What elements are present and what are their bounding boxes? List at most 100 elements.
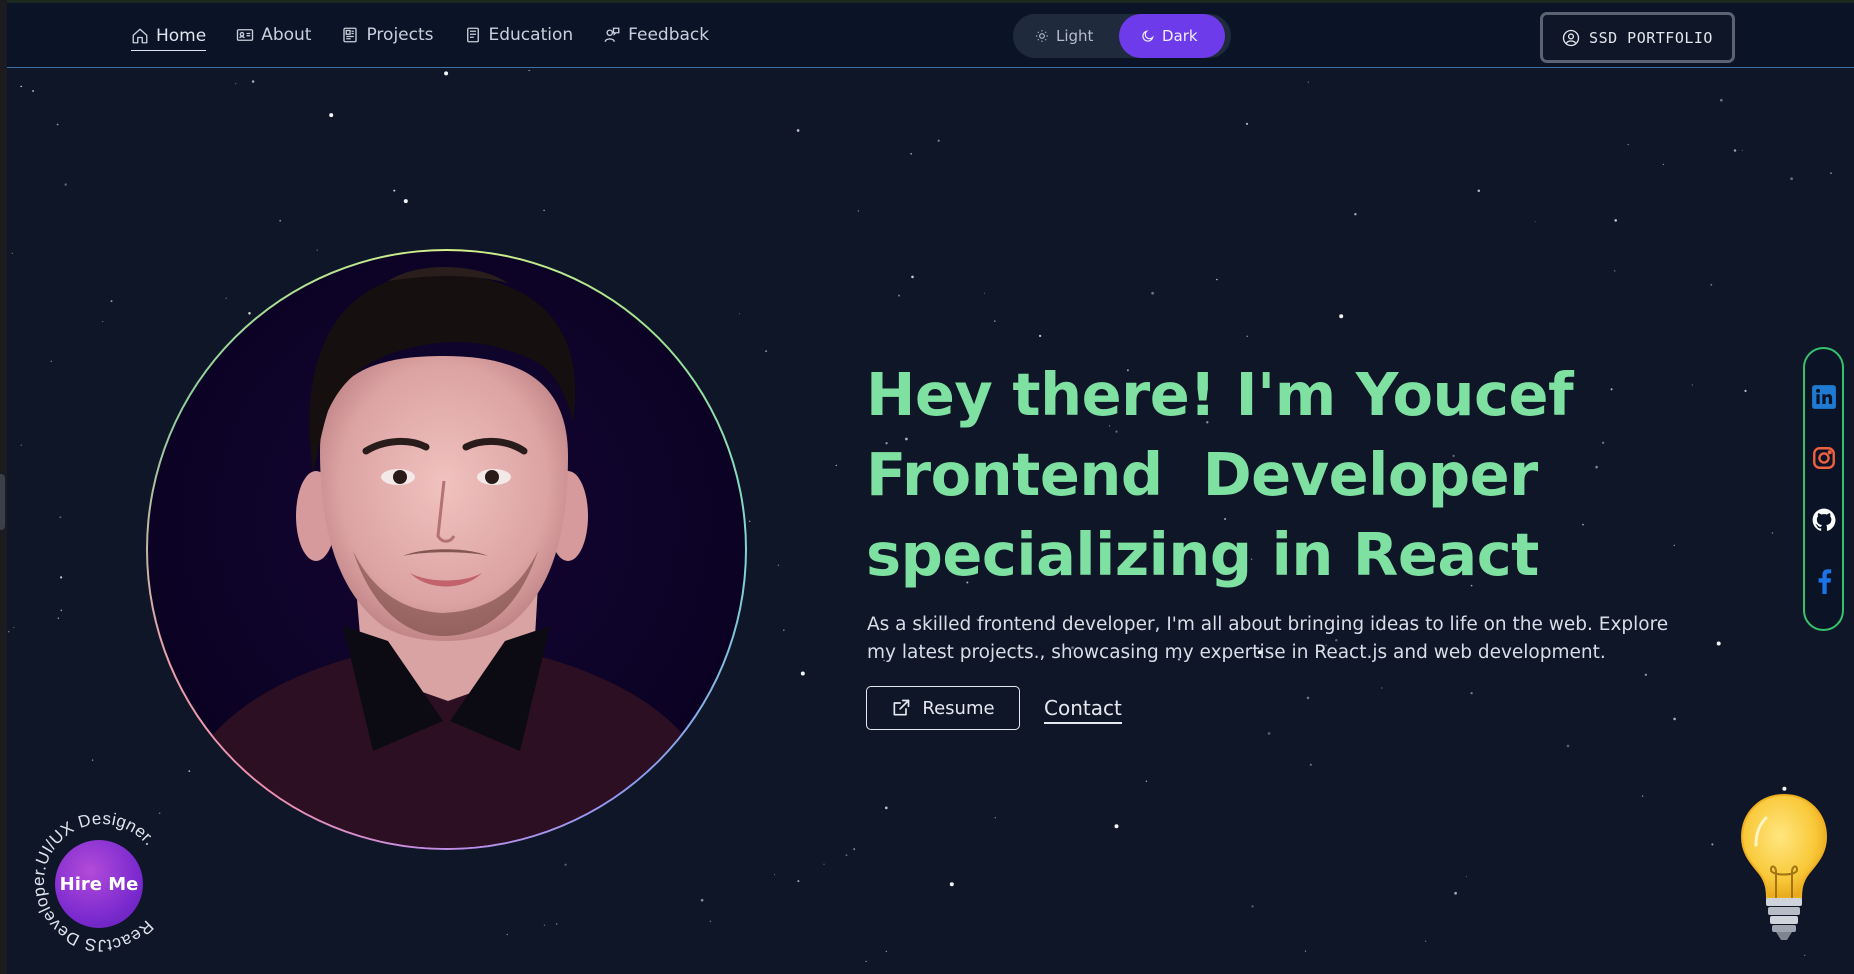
- hire-me-button[interactable]: Hire Me: [55, 840, 143, 928]
- star: [800, 671, 805, 676]
- star: [329, 113, 334, 118]
- star: [64, 183, 67, 186]
- nav-item-education[interactable]: Education: [464, 19, 574, 51]
- star: [1644, 673, 1648, 676]
- star: [1566, 744, 1570, 748]
- star: [1245, 122, 1249, 126]
- nav-label: Projects: [366, 25, 434, 45]
- star: [1741, 149, 1743, 151]
- star: [709, 920, 712, 923]
- star: [1691, 384, 1694, 386]
- contact-link[interactable]: Contact: [1044, 696, 1122, 724]
- star: [983, 292, 986, 294]
- star: [765, 350, 768, 353]
- star: [1470, 692, 1473, 695]
- star: [1744, 389, 1747, 392]
- star: [251, 80, 255, 83]
- star: [1454, 891, 1457, 895]
- nav-item-projects[interactable]: Projects: [341, 19, 434, 51]
- star: [937, 139, 940, 142]
- star: [102, 321, 104, 323]
- social-links-bar: [1803, 347, 1844, 631]
- top-navbar: Home About Projects Education Feedback L…: [7, 3, 1854, 68]
- star: [1673, 717, 1676, 721]
- portrait-illustration: [148, 266, 745, 848]
- star: [403, 199, 408, 204]
- star: [1304, 950, 1307, 952]
- star: [823, 863, 825, 865]
- nav-label: Feedback: [628, 25, 710, 45]
- star: [777, 564, 780, 567]
- theme-dark-label: Dark: [1162, 27, 1198, 45]
- star: [1627, 143, 1629, 146]
- hero-headline-line-1: Hey there! I'm Youcef: [866, 360, 1574, 429]
- hero-headline-line-3: specializing in React: [866, 520, 1539, 589]
- star: [59, 516, 62, 519]
- nav-item-home[interactable]: Home: [131, 20, 207, 51]
- github-icon: [1812, 508, 1835, 531]
- star: [1477, 189, 1481, 193]
- profile-photo-ring: [146, 249, 747, 850]
- hero-headline-line-2: Frontend Developer: [866, 440, 1538, 509]
- star: [279, 219, 282, 222]
- star: [845, 854, 848, 857]
- hero-description: As a skilled frontend developer, I'm all…: [867, 614, 1669, 663]
- star: [1771, 532, 1774, 534]
- star: [528, 70, 531, 72]
- star: [543, 924, 545, 926]
- star: [1038, 334, 1042, 338]
- star: [910, 152, 913, 155]
- star: [700, 898, 704, 902]
- nav-label: Home: [156, 25, 207, 46]
- theme-light-button[interactable]: Light: [1013, 14, 1119, 58]
- star: [13, 627, 15, 629]
- star: [20, 444, 23, 446]
- social-link-github[interactable]: [1811, 507, 1837, 533]
- star: [782, 629, 785, 632]
- star: [1614, 219, 1617, 222]
- nav-label: Education: [488, 25, 574, 45]
- sun-icon: [1036, 30, 1048, 42]
- star: [1716, 641, 1721, 646]
- nav-item-feedback[interactable]: Feedback: [603, 19, 709, 51]
- social-link-instagram[interactable]: [1811, 445, 1837, 471]
- star: [32, 89, 35, 93]
- lightbulb-theme-toggle-icon[interactable]: [1734, 790, 1834, 960]
- star: [56, 123, 59, 126]
- star: [1309, 763, 1312, 766]
- portfolio-badge-button[interactable]: SSD PORTFOLIO: [1540, 12, 1735, 63]
- star: [835, 464, 838, 467]
- star: [1251, 905, 1254, 908]
- resume-button[interactable]: Resume: [866, 686, 1020, 730]
- facebook-icon: [1818, 569, 1831, 594]
- star: [1339, 314, 1344, 319]
- projects-icon: [343, 27, 358, 43]
- social-link-linkedin[interactable]: [1811, 384, 1837, 410]
- star: [50, 360, 52, 362]
- social-link-facebook[interactable]: [1811, 568, 1837, 594]
- side-drawer-handle[interactable]: [0, 474, 5, 530]
- star: [393, 189, 396, 192]
- star: [1673, 544, 1675, 546]
- nav-item-about[interactable]: About: [236, 19, 311, 51]
- nav-links: Home About Projects Education Feedback: [131, 3, 709, 67]
- star: [1145, 780, 1148, 782]
- theme-dark-button[interactable]: Dark: [1119, 14, 1225, 58]
- star: [60, 609, 63, 612]
- theme-toggle: Light Dark: [1013, 14, 1231, 58]
- instagram-icon: [1812, 447, 1835, 470]
- star: [911, 275, 914, 279]
- star: [1424, 940, 1427, 943]
- profile-photo: [148, 251, 745, 848]
- hire-me-badge: ReactJS Developer.UI/UX Designer. Hire M…: [27, 807, 177, 957]
- star: [1662, 163, 1665, 166]
- star: [1790, 177, 1793, 181]
- star: [797, 880, 800, 883]
- star: [564, 863, 567, 866]
- star: [1465, 876, 1468, 878]
- star: [11, 252, 13, 254]
- star: [1267, 732, 1271, 735]
- star: [506, 933, 508, 936]
- star: [1246, 335, 1249, 338]
- moon-icon: [1142, 30, 1154, 42]
